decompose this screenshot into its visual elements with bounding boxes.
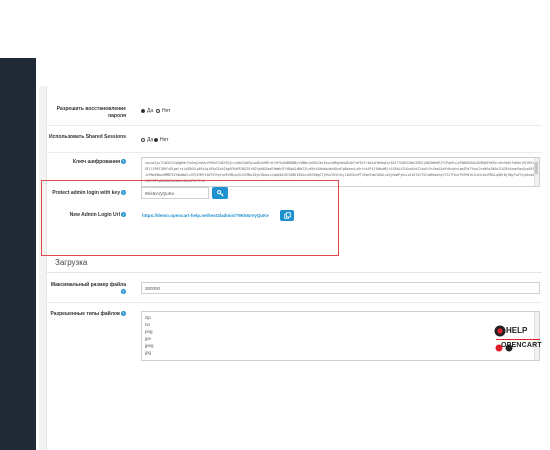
shared-sessions-no-radio[interactable]: Нет bbox=[154, 137, 169, 143]
list-item: txt bbox=[145, 322, 150, 327]
radio-dot[interactable] bbox=[156, 109, 160, 113]
list-item: jpg bbox=[145, 350, 152, 355]
list-item: zip bbox=[145, 315, 151, 320]
help-icon[interactable]: ? bbox=[121, 190, 126, 196]
help-icon[interactable]: ? bbox=[121, 289, 126, 295]
allow-reset-yes-radio[interactable]: Да bbox=[141, 108, 153, 114]
textarea-scrollbar[interactable] bbox=[534, 158, 539, 186]
admin-sidebar bbox=[0, 58, 36, 450]
max-file-size-label: Максимальный размер файла? bbox=[50, 282, 126, 295]
top-blank-area bbox=[0, 0, 550, 58]
shared-sessions-yes-radio[interactable]: Да bbox=[141, 137, 153, 143]
allowed-file-types-label: Разрешенные типы файлов? bbox=[50, 311, 126, 317]
help-icon[interactable]: ? bbox=[121, 311, 126, 317]
copy-url-button[interactable] bbox=[280, 210, 294, 221]
allow-reset-password-label: Разрешить восстановление пароля bbox=[56, 106, 126, 119]
copy-icon bbox=[283, 212, 291, 219]
list-item: jpeg bbox=[145, 343, 154, 348]
list-item: png bbox=[145, 329, 153, 334]
row-allow-reset-password: Разрешить восстановление пароля Да Нет bbox=[46, 100, 542, 126]
allowed-file-types-textarea[interactable]: zip txt png jpe jpeg jpg bbox=[141, 311, 540, 361]
section-title-upload: Загрузка bbox=[55, 258, 88, 267]
protect-admin-login-label: Protect admin login with key? bbox=[52, 190, 126, 196]
key-icon bbox=[216, 189, 224, 197]
scrollbar-thumb[interactable] bbox=[535, 162, 538, 174]
row-shared-sessions: Использовать Shared Sessions Да Нет bbox=[46, 127, 542, 153]
help-icon[interactable]: ? bbox=[121, 159, 126, 165]
protect-admin-key-input[interactable]: 9Kk6xVyQuKe bbox=[141, 187, 209, 199]
help-opencart-logo: HELP OPENCART bbox=[493, 322, 543, 356]
shared-sessions-label: Использовать Shared Sessions bbox=[49, 134, 126, 140]
encryption-key-label: Ключ шифрования? bbox=[72, 159, 126, 165]
logo-text-bottom: OPENCART bbox=[501, 342, 542, 349]
radio-dot[interactable] bbox=[141, 138, 145, 142]
generate-key-button[interactable] bbox=[212, 187, 228, 199]
new-admin-url-label: New Admin Login Url? bbox=[69, 212, 126, 218]
help-icon[interactable]: ? bbox=[121, 212, 126, 218]
new-admin-url-link[interactable]: https://demo.opencart-help.net/test3/adm… bbox=[142, 213, 269, 218]
radio-selected-dot[interactable] bbox=[141, 109, 145, 113]
max-file-size-input[interactable]: 300000 bbox=[141, 282, 540, 294]
list-item: jpe bbox=[145, 336, 152, 341]
logo-text-top: HELP bbox=[506, 326, 528, 335]
radio-selected-dot[interactable] bbox=[154, 138, 158, 142]
allow-reset-no-radio[interactable]: Нет bbox=[156, 108, 171, 114]
